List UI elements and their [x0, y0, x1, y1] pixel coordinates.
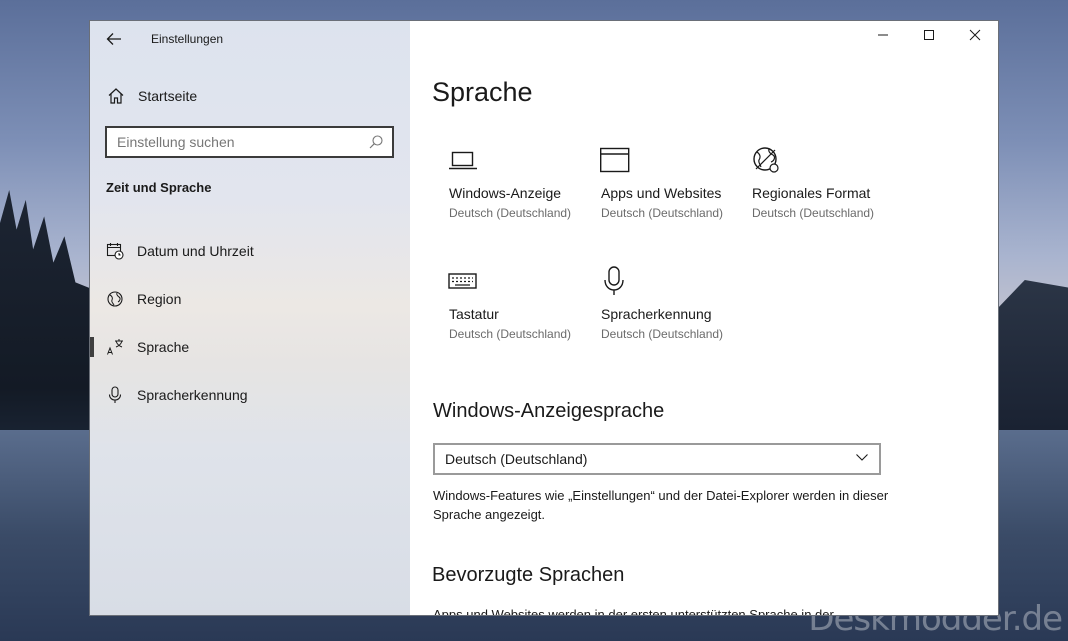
- minimize-icon: [877, 28, 889, 46]
- tile-subtitle: Deutsch (Deutschland): [601, 206, 724, 220]
- sidebar-item-spracherkennung[interactable]: Spracherkennung: [90, 371, 410, 419]
- sidebar-item-label: Region: [137, 291, 182, 307]
- search-box[interactable]: [105, 126, 394, 158]
- settings-window: Einstellungen Startseite Zeit und Sprach…: [89, 20, 999, 616]
- microphone-icon: [106, 386, 124, 404]
- keyboard-icon: [448, 266, 478, 296]
- tile-subtitle: Deutsch (Deutschland): [601, 327, 724, 341]
- close-button[interactable]: [952, 21, 998, 53]
- calendar-clock-icon: [106, 242, 124, 260]
- sidebar: Einstellungen Startseite Zeit und Sprach…: [90, 21, 410, 615]
- search-input[interactable]: [107, 134, 368, 150]
- sidebar-item-label: Spracherkennung: [137, 387, 248, 403]
- globe-settings-icon: [751, 145, 781, 175]
- minimize-button[interactable]: [860, 21, 906, 53]
- tile-subtitle: Deutsch (Deutschland): [449, 327, 572, 341]
- display-language-description: Windows-Features wie „Einstellungen“ und…: [433, 488, 889, 522]
- window-icon: [599, 145, 630, 175]
- tile-spracherkennung[interactable]: Spracherkennung Deutsch (Deutschland): [584, 260, 734, 370]
- display-language-heading: Windows-Anzeigesprache: [433, 400, 665, 422]
- home-link[interactable]: Startseite: [106, 84, 197, 108]
- tile-name: Regionales Format: [752, 185, 871, 201]
- display-language-select[interactable]: Deutsch (Deutschland): [433, 443, 881, 475]
- laptop-icon: [448, 145, 478, 175]
- tile-name: Apps und Websites: [601, 185, 722, 201]
- tile-name: Windows-Anzeige: [449, 185, 562, 201]
- tile-subtitle: Deutsch (Deutschland): [752, 206, 875, 220]
- display-language-value: Deutsch (Deutschland): [445, 451, 588, 467]
- back-arrow-icon[interactable]: [104, 29, 124, 49]
- tile-name: Tastatur: [449, 306, 499, 322]
- home-icon: [106, 86, 126, 106]
- preferred-languages-heading: Bevorzugte Sprachen: [432, 564, 625, 586]
- window-controls: [860, 21, 998, 55]
- desktop-hill: [996, 280, 1068, 430]
- tile-name: Spracherkennung: [601, 306, 712, 322]
- sidebar-item-sprache[interactable]: Sprache: [90, 323, 410, 371]
- close-icon: [969, 28, 981, 46]
- search-icon[interactable]: [368, 134, 384, 150]
- microphone-icon: [600, 266, 630, 296]
- titlebar-left: Einstellungen: [90, 21, 410, 57]
- tile-tastatur[interactable]: Tastatur Deutsch (Deutschland): [432, 260, 582, 370]
- preferred-languages-description: Apps und Websites werden in der ersten u…: [433, 607, 834, 616]
- tile-subtitle: Deutsch (Deutschland): [449, 206, 572, 220]
- sidebar-item-region[interactable]: Region: [90, 275, 410, 323]
- tile-apps-und-websites[interactable]: Apps und Websites Deutsch (Deutschland): [584, 139, 734, 249]
- page-title: Sprache: [432, 77, 533, 107]
- home-label: Startseite: [138, 88, 198, 104]
- main-content: Sprache Windows-Anzeige Deutsch (Deutsch…: [410, 21, 998, 615]
- sidebar-item-label: Datum und Uhrzeit: [137, 243, 254, 259]
- language-icon: [106, 338, 124, 356]
- app-title: Einstellungen: [151, 32, 224, 46]
- chevron-down-icon: [855, 450, 869, 469]
- tile-windows-anzeige[interactable]: Windows-Anzeige Deutsch (Deutschland): [432, 139, 582, 249]
- globe-icon: [106, 290, 124, 308]
- maximize-button[interactable]: [906, 21, 952, 53]
- tile-regionales-format[interactable]: Regionales Format Deutsch (Deutschland): [735, 139, 885, 249]
- sidebar-item-label: Sprache: [137, 339, 190, 355]
- maximize-icon: [923, 28, 935, 46]
- sidebar-item-datum-und-uhrzeit[interactable]: Datum und Uhrzeit: [90, 227, 410, 275]
- sidebar-nav: Datum und Uhrzeit Region Sprache Sprache…: [90, 227, 410, 419]
- section-title: Zeit und Sprache: [106, 180, 212, 195]
